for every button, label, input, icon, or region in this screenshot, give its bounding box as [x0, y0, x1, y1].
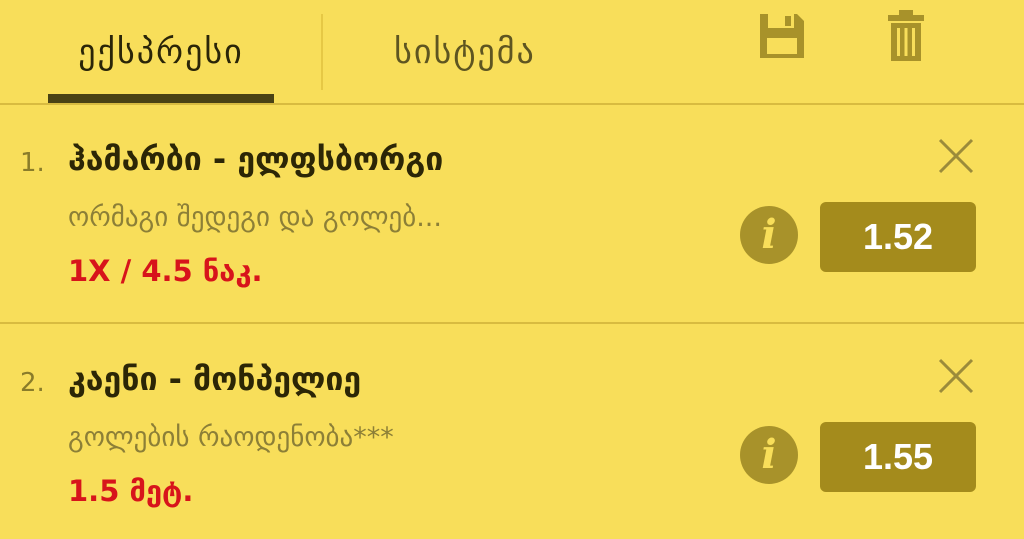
bet-slip-header: ექსპრესი სისტემა	[0, 0, 1024, 104]
close-icon	[938, 138, 974, 174]
odds-value: 1.52	[862, 216, 934, 257]
info-button[interactable]: i	[740, 206, 798, 264]
market-name: გოლების რაოდენობა***	[68, 422, 394, 453]
selection-name: 1.5 მეტ.	[68, 474, 194, 508]
odds-value: 1.55	[862, 436, 934, 477]
match-title: კაენი - მონპელიე	[68, 360, 362, 398]
save-icon[interactable]	[754, 8, 810, 64]
odds-button[interactable]: 1.55	[820, 422, 976, 492]
info-button[interactable]: i	[740, 426, 798, 484]
info-icon: i	[761, 431, 777, 478]
bet-slip: ექსპრესი სისტემა 1. ჰამარბი - ელფსბორგი …	[0, 0, 1024, 539]
tab-system-label: სისტემა	[394, 32, 536, 72]
remove-bet-button[interactable]	[934, 354, 978, 398]
bet-number: 1.	[20, 148, 45, 178]
close-icon	[938, 358, 974, 394]
bet-number: 2.	[20, 368, 45, 398]
info-icon: i	[761, 211, 777, 258]
tab-divider	[321, 14, 323, 90]
trash-icon[interactable]	[878, 8, 934, 64]
remove-bet-button[interactable]	[934, 134, 978, 178]
selection-name: 1X / 4.5 ნაკ.	[68, 254, 263, 288]
market-name: ორმაგი შედეგი და გოლებ...	[68, 202, 442, 233]
tab-express-label: ექსპრესი	[78, 32, 244, 72]
bet-item: 1. ჰამარბი - ელფსბორგი ორმაგი შედეგი და …	[0, 104, 1024, 322]
tab-express[interactable]: ექსპრესი	[48, 0, 274, 104]
odds-button[interactable]: 1.52	[820, 202, 976, 272]
tab-system[interactable]: სისტემა	[340, 0, 590, 104]
bet-item: 2. კაენი - მონპელიე გოლების რაოდენობა***…	[0, 324, 1024, 539]
match-title: ჰამარბი - ელფსბორგი	[68, 140, 444, 178]
